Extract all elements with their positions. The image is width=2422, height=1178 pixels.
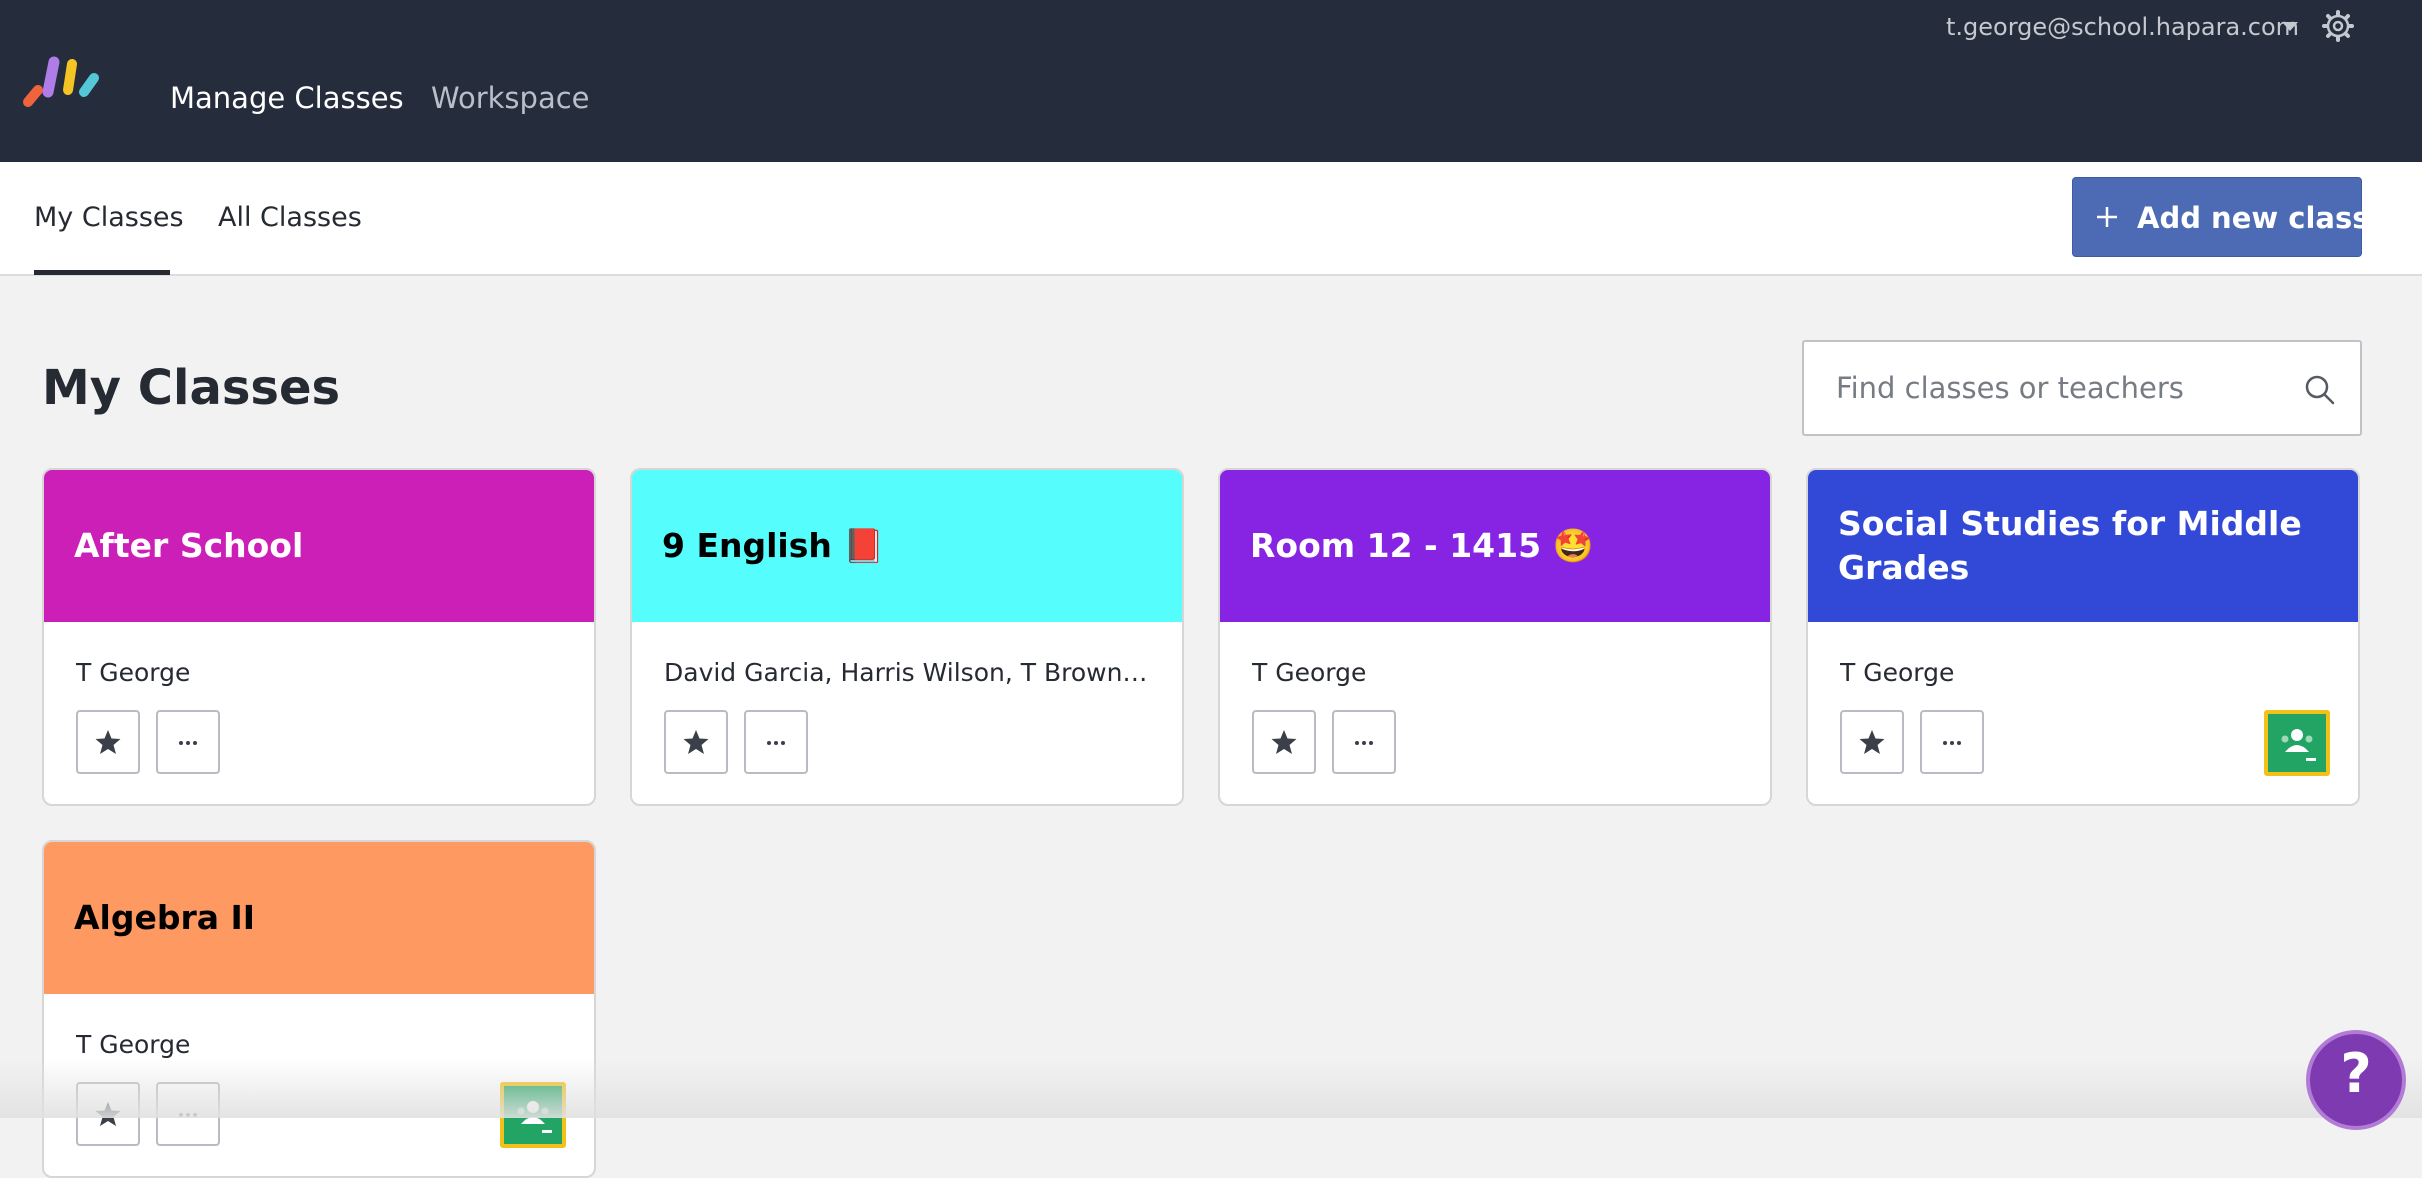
ellipsis-icon [179, 741, 197, 745]
class-teachers: T George [1252, 658, 1367, 687]
add-new-class-button[interactable]: Add new class [2072, 177, 2369, 257]
plus-icon [2097, 207, 2117, 227]
help-button[interactable]: ? [2306, 1030, 2406, 1130]
hapara-logo[interactable] [22, 52, 110, 110]
class-card-header[interactable]: Room 12 - 1415 🤩 [1220, 470, 1770, 622]
chevron-down-icon[interactable] [2282, 22, 2298, 31]
ellipsis-icon [1943, 741, 1961, 745]
star-icon [683, 730, 709, 754]
class-card-algebra-ii[interactable]: Algebra II T George [42, 840, 596, 1178]
page-title: My Classes [42, 360, 341, 416]
ellipsis-icon [179, 1113, 197, 1117]
class-name[interactable]: 9 English 📕 [662, 524, 884, 568]
class-card-header[interactable]: Social Studies for Middle Grades [1808, 470, 2358, 622]
classroom-person-icon [517, 1101, 552, 1133]
nav-manage-classes[interactable]: Manage Classes [170, 78, 404, 118]
more-options-button[interactable] [156, 1082, 220, 1146]
star-icon [1271, 730, 1297, 754]
class-card-social-studies[interactable]: Social Studies for Middle Grades T Georg… [1806, 468, 2360, 806]
class-card-after-school[interactable]: After School T George [42, 468, 596, 806]
favorite-button[interactable] [76, 1082, 140, 1146]
class-card-room-12[interactable]: Room 12 - 1415 🤩 T George [1218, 468, 1772, 806]
nav-workspace[interactable]: Workspace [431, 78, 590, 118]
account-email[interactable]: t.george@school.hapara.com [1946, 10, 2299, 44]
favorite-button[interactable] [1840, 710, 1904, 774]
class-card-header[interactable]: Algebra II [44, 842, 594, 994]
search-input[interactable] [1834, 364, 2274, 412]
classroom-person-icon [2281, 729, 2316, 761]
add-new-class-label: Add new class [2137, 201, 2370, 235]
ellipsis-icon [767, 741, 785, 745]
star-icon [1859, 730, 1885, 754]
search-box[interactable] [1802, 340, 2362, 436]
more-options-button[interactable] [1920, 710, 1984, 774]
class-teachers: T George [76, 658, 191, 687]
more-options-button[interactable] [744, 710, 808, 774]
star-icon [95, 1102, 121, 1126]
class-name[interactable]: After School [74, 524, 303, 568]
class-name[interactable]: Algebra II [74, 896, 255, 940]
active-tab-indicator [34, 270, 170, 275]
favorite-button[interactable] [76, 710, 140, 774]
class-teachers: David Garcia, Harris Wilson, T Brown, T … [664, 658, 1154, 687]
class-name[interactable]: Room 12 - 1415 🤩 [1250, 524, 1594, 568]
class-card-9-english[interactable]: 9 English 📕 David Garcia, Harris Wilson,… [630, 468, 1184, 806]
more-options-button[interactable] [1332, 710, 1396, 774]
favorite-button[interactable] [664, 710, 728, 774]
favorite-button[interactable] [1252, 710, 1316, 774]
class-teachers: T George [76, 1030, 191, 1059]
tab-my-classes[interactable]: My Classes [34, 198, 184, 238]
tab-all-classes[interactable]: All Classes [218, 198, 362, 238]
google-classroom-icon[interactable] [2264, 710, 2330, 776]
gear-icon[interactable] [2322, 10, 2354, 42]
star-icon [95, 730, 121, 754]
help-icon: ? [2340, 1042, 2372, 1105]
search-icon[interactable] [2304, 374, 2336, 406]
class-name[interactable]: Social Studies for Middle Grades [1838, 502, 2328, 590]
class-tabs-bar: My Classes All Classes Add new class [0, 162, 2422, 276]
class-card-header[interactable]: After School [44, 470, 594, 622]
class-teachers: T George [1840, 658, 1955, 687]
google-classroom-icon[interactable] [500, 1082, 566, 1148]
class-card-header[interactable]: 9 English 📕 [632, 470, 1182, 622]
ellipsis-icon [1355, 741, 1373, 745]
top-nav: Manage Classes Workspace t.george@school… [0, 0, 2422, 162]
more-options-button[interactable] [156, 710, 220, 774]
